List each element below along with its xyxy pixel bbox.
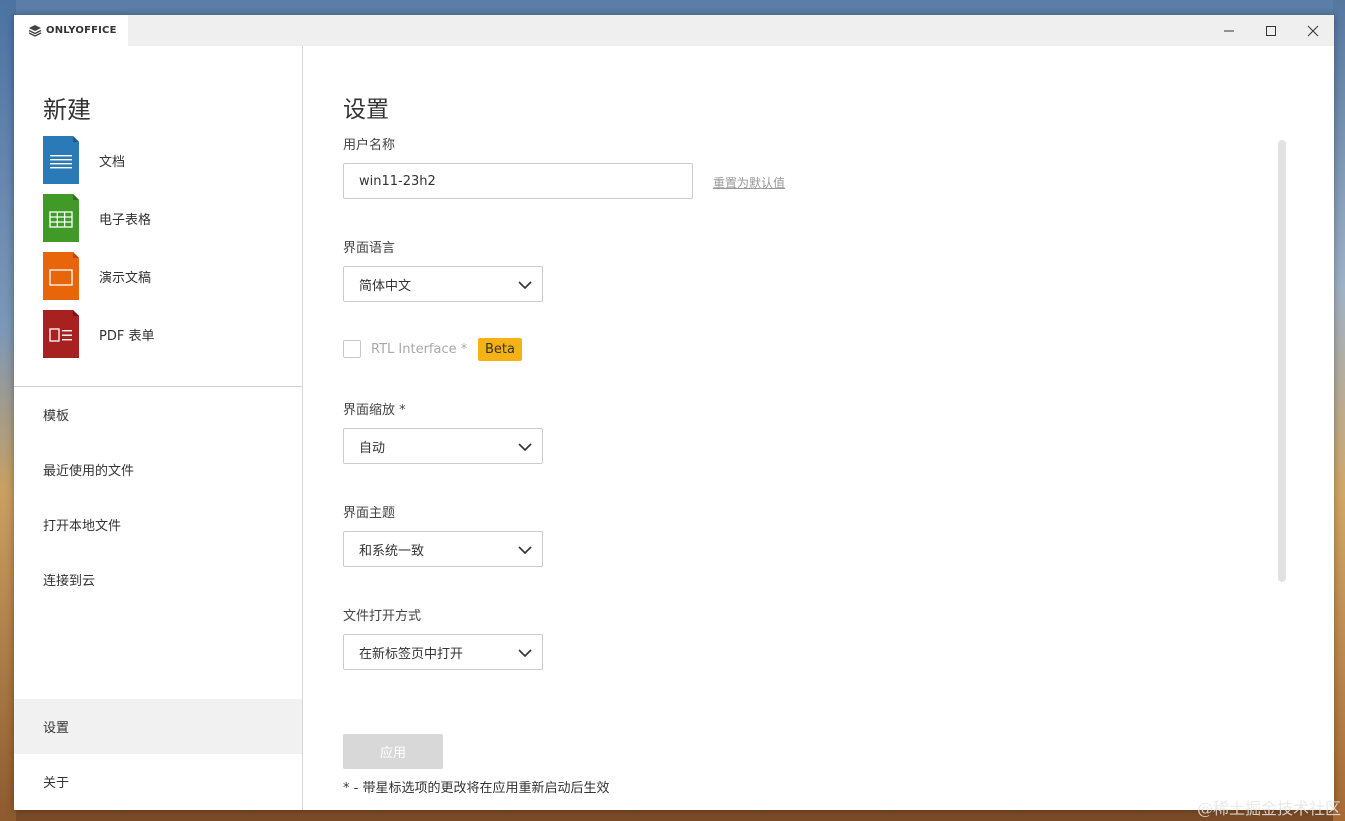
onlyoffice-logo-icon	[28, 24, 42, 37]
new-pdf-form-item[interactable]: PDF 表单	[43, 310, 154, 358]
theme-label: 界面主题	[343, 506, 396, 521]
app-brand-label: ONLYOFFICE	[46, 25, 117, 36]
new-document-label: 文档	[99, 154, 126, 170]
new-presentation-item[interactable]: 演示文稿	[43, 252, 151, 300]
page-title: 设置	[343, 97, 389, 123]
scale-select-value: 自动	[359, 440, 386, 456]
open-mode-select-value: 在新标签页中打开	[359, 646, 464, 662]
open-mode-label: 文件打开方式	[343, 609, 422, 624]
close-button[interactable]	[1292, 15, 1334, 46]
new-spreadsheet-label: 电子表格	[99, 212, 152, 228]
username-input[interactable]	[343, 163, 693, 199]
new-section-title: 新建	[43, 96, 91, 124]
app-window: ONLYOFFICE 新建 文档 电子表格 演示文稿 PDF 表单 模板 最近使…	[14, 15, 1334, 810]
language-label: 界面语言	[343, 241, 396, 256]
document-icon	[43, 136, 79, 184]
settings-panel: 设置 用户名称 重置为默认值 界面语言 简体中文 RTL Interface *…	[303, 46, 1334, 810]
language-select-value: 简体中文	[359, 278, 412, 294]
theme-select[interactable]: 和系统一致	[343, 531, 543, 567]
pdf-form-icon	[43, 310, 79, 358]
app-tab[interactable]: ONLYOFFICE	[14, 15, 128, 46]
username-label: 用户名称	[343, 138, 396, 153]
maximize-button[interactable]	[1250, 15, 1292, 46]
watermark: @稀土掘金技术社区	[1196, 799, 1341, 818]
nav-open-local-file[interactable]: 打开本地文件	[14, 497, 302, 552]
beta-badge: Beta	[478, 338, 522, 361]
nav-templates[interactable]: 模板	[14, 387, 302, 442]
sidebar: 新建 文档 电子表格 演示文稿 PDF 表单 模板 最近使用的文件 打开本地文件…	[14, 46, 303, 810]
chevron-down-icon	[518, 546, 532, 555]
new-pdf-form-label: PDF 表单	[99, 328, 155, 344]
new-presentation-label: 演示文稿	[99, 270, 152, 286]
reset-default-link[interactable]: 重置为默认值	[713, 174, 785, 191]
desktop-wallpaper-right	[1333, 0, 1345, 821]
nav-settings[interactable]: 设置	[14, 699, 302, 754]
rtl-checkbox[interactable]	[343, 340, 361, 358]
restart-footnote: * - 带星标选项的更改将在应用重新启动后生效	[343, 781, 610, 796]
minimize-icon	[1224, 30, 1234, 31]
new-document-item[interactable]: 文档	[43, 136, 125, 184]
titlebar: ONLYOFFICE	[14, 15, 1334, 46]
chevron-down-icon	[518, 281, 532, 290]
apply-button[interactable]: 应用	[343, 734, 443, 769]
nav-recent-files[interactable]: 最近使用的文件	[14, 442, 302, 497]
language-select[interactable]: 简体中文	[343, 266, 543, 302]
new-spreadsheet-item[interactable]: 电子表格	[43, 194, 151, 242]
chevron-down-icon	[518, 649, 532, 658]
spreadsheet-icon	[43, 194, 79, 242]
minimize-button[interactable]	[1208, 15, 1250, 46]
nav-about[interactable]: 关于	[14, 754, 302, 809]
chevron-down-icon	[518, 443, 532, 452]
scale-label: 界面缩放 *	[343, 403, 406, 418]
scrollbar[interactable]	[1278, 140, 1286, 582]
open-mode-select[interactable]: 在新标签页中打开	[343, 634, 543, 670]
theme-select-value: 和系统一致	[359, 543, 425, 559]
maximize-icon	[1266, 25, 1276, 36]
nav-connect-cloud[interactable]: 连接到云	[14, 552, 302, 607]
presentation-icon	[43, 252, 79, 300]
rtl-label: RTL Interface *	[371, 342, 468, 357]
scale-select[interactable]: 自动	[343, 428, 543, 464]
close-icon	[1307, 25, 1319, 36]
